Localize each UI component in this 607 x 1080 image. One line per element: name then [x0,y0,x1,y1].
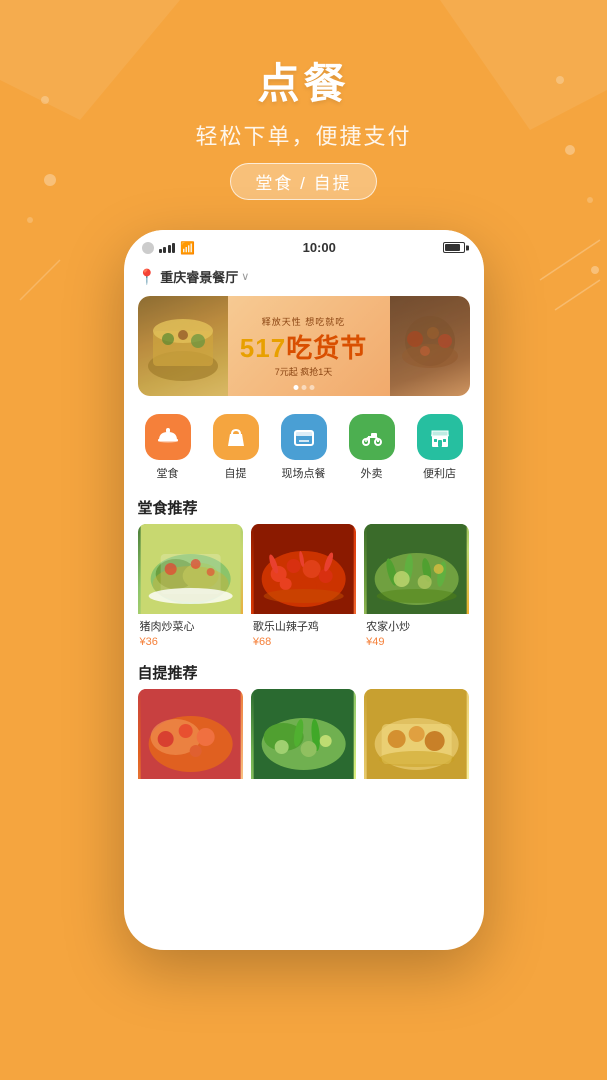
food-card-laziji[interactable]: 歌乐山辣子鸡 ¥68 [251,524,356,652]
category-bianlidian[interactable]: 便利店 [417,414,463,481]
page-subtitle: 轻松下单，便捷支付 [0,119,607,151]
category-tangshi[interactable]: 堂食 [145,414,191,481]
phone-mockup: 📶 10:00 📍 重庆睿景餐厅 ∨ [0,230,607,950]
location-bar[interactable]: 📍 重庆睿景餐厅 ∨ [124,261,484,292]
location-pin-icon: 📍 [138,268,157,286]
food-image-nongjia [364,524,469,614]
page-title: 点餐 [0,50,607,111]
food-price-2: ¥68 [253,636,354,648]
category-ziti[interactable]: 自提 [213,414,259,481]
promo-banner[interactable]: 释放天性 想吃就吃 517吃货节 7元起 疯抢1天 [138,296,470,396]
food-card-nongjia[interactable]: 农家小炒 ¥49 [364,524,469,652]
food-image-ziti-1 [138,689,243,779]
banner-event-name: 517吃货节 [240,328,367,365]
ziti-food-grid [124,689,484,789]
signal-icon [159,243,176,253]
food-image-ziti-2 [251,689,356,779]
category-icons-row: 堂食 自提 [124,400,484,489]
food-card-zhurou[interactable]: 猪肉炒菜心 ¥36 [138,524,243,652]
status-time: 10:00 [303,240,336,255]
banner-tagline: 释放天性 想吃就吃 [240,315,367,328]
food-image-ziti-3 [364,689,469,779]
tangshi-label: 堂食 [157,465,179,481]
banner-food-left-decor [138,296,228,396]
waimai-icon [349,414,395,460]
banner-dot-1 [293,385,298,390]
ziti-label: 自提 [225,465,247,481]
food-card-ziti-1[interactable] [138,689,243,789]
banner-offer: 7元起 疯抢1天 [240,365,367,378]
food-card-ziti-2[interactable] [251,689,356,789]
food-image-zhurou [138,524,243,614]
camera-indicator [142,242,154,254]
food-image-laziji [251,524,356,614]
category-waimai[interactable]: 外卖 [349,414,395,481]
tangshi-food-grid: 猪肉炒菜心 ¥36 [124,524,484,652]
banner-food-right-decor [390,296,470,396]
tangshi-icon [145,414,191,460]
phone-screen: 📶 10:00 📍 重庆睿景餐厅 ∨ [124,230,484,950]
bianlidian-icon [417,414,463,460]
wifi-icon: 📶 [180,241,195,255]
waimai-label: 外卖 [361,465,383,481]
banner-pagination [293,385,314,390]
food-price-3: ¥49 [366,636,467,648]
battery-icon [443,242,465,253]
category-xianchang[interactable]: 现场点餐 [281,414,327,481]
restaurant-name: 重庆睿景餐厅 [160,267,238,286]
tangshi-section-header: 堂食推荐 [124,489,484,524]
banner-content: 释放天性 想吃就吃 517吃货节 7元起 疯抢1天 [240,315,367,378]
xianchang-label: 现场点餐 [282,465,326,481]
food-name-3: 农家小炒 [366,618,467,634]
bianlidian-label: 便利店 [423,465,456,481]
food-name-1: 猪肉炒菜心 [140,618,241,634]
banner-dot-2 [301,385,306,390]
xianchang-icon [281,414,327,460]
dropdown-arrow-icon: ∨ [241,270,249,283]
ziti-section-header: 自提推荐 [124,652,484,689]
banner-dot-3 [309,385,314,390]
service-modes-badge: 堂食 / 自提 [230,163,376,200]
food-name-2: 歌乐山辣子鸡 [253,618,354,634]
food-price-1: ¥36 [140,636,241,648]
status-bar: 📶 10:00 [124,230,484,261]
ziti-icon [213,414,259,460]
food-card-ziti-3[interactable] [364,689,469,789]
